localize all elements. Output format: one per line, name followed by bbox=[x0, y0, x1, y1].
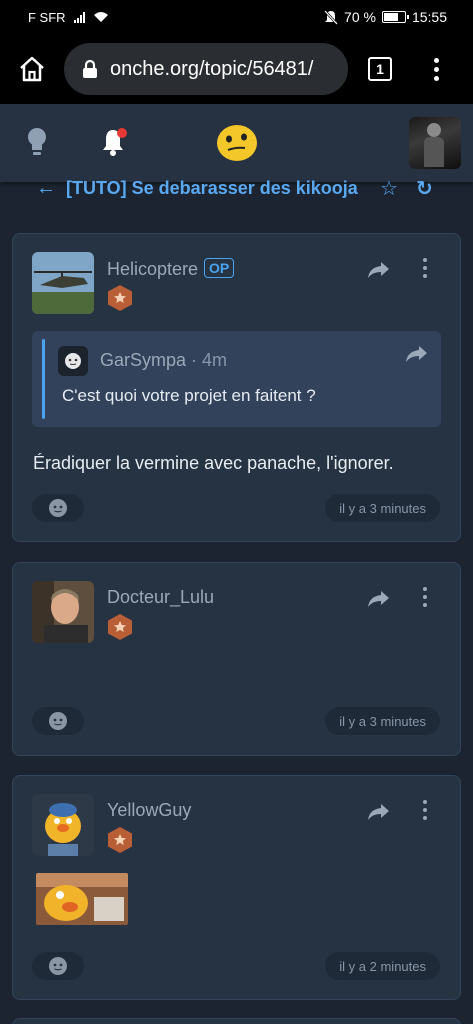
lightbulb-icon[interactable] bbox=[26, 126, 48, 163]
smiley-icon bbox=[49, 499, 67, 517]
post-timestamp[interactable]: il y a 3 minutes bbox=[325, 707, 440, 735]
post-card bbox=[12, 1018, 461, 1024]
address-bar[interactable]: onche.org/topic/56481/ bbox=[64, 43, 348, 95]
smiley-icon bbox=[49, 957, 67, 975]
home-icon bbox=[20, 56, 44, 82]
avatar[interactable] bbox=[32, 252, 94, 314]
share-icon[interactable] bbox=[367, 802, 391, 827]
post-card: Helicoptere OP GarSympa · 4m C'est quoi v… bbox=[12, 233, 461, 542]
post-timestamp[interactable]: il y a 3 minutes bbox=[325, 494, 440, 522]
more-options-icon[interactable] bbox=[423, 587, 427, 607]
tab-switcher-button[interactable]: 1 bbox=[368, 57, 392, 81]
topic-title[interactable]: [TUTO] Se debarasser des kikooja bbox=[66, 178, 370, 199]
refresh-icon[interactable]: ↻ bbox=[416, 176, 433, 201]
rank-badge-icon bbox=[107, 284, 133, 317]
reaction-button[interactable] bbox=[32, 494, 84, 522]
url-text: onche.org/topic/56481/ bbox=[110, 57, 314, 80]
quote-author: GarSympa · 4m bbox=[100, 350, 228, 370]
mute-icon bbox=[324, 9, 338, 25]
browser-toolbar: onche.org/topic/56481/ 1 bbox=[0, 34, 473, 104]
quote-share-icon[interactable] bbox=[405, 344, 429, 369]
rank-badge-icon bbox=[107, 613, 133, 646]
avatar[interactable] bbox=[32, 794, 94, 856]
user-avatar[interactable] bbox=[409, 117, 461, 169]
home-button[interactable] bbox=[0, 34, 64, 104]
quote-avatar[interactable] bbox=[58, 346, 88, 376]
quote-bar bbox=[42, 339, 45, 419]
quote-text: C'est quoi votre projet en faitent ? bbox=[62, 386, 316, 405]
post-card: YellowGuy il y a 2 minutes bbox=[12, 775, 461, 1000]
topic-title-bar: ← [TUTO] Se debarasser des kikooja ☆ ↻ bbox=[0, 174, 473, 202]
share-icon[interactable] bbox=[367, 589, 391, 614]
quote-time: 4m bbox=[202, 350, 228, 370]
username[interactable]: Docteur_Lulu bbox=[107, 587, 214, 608]
status-bar: F SFR 70 % 15:55 bbox=[0, 0, 473, 34]
clock: 15:55 bbox=[411, 9, 447, 25]
more-options-icon[interactable] bbox=[423, 800, 427, 820]
back-arrow-icon[interactable]: ← bbox=[36, 177, 56, 200]
op-badge: OP bbox=[204, 258, 235, 278]
browser-menu-button[interactable] bbox=[434, 57, 439, 81]
avatar[interactable] bbox=[32, 581, 94, 643]
battery-percent: 70 % bbox=[344, 9, 376, 25]
reaction-button[interactable] bbox=[32, 707, 84, 735]
app-header bbox=[0, 104, 473, 182]
share-icon[interactable] bbox=[367, 260, 391, 285]
post-body: Éradiquer la vermine avec panache, l'ign… bbox=[33, 453, 394, 473]
rank-badge-icon bbox=[107, 826, 133, 859]
quote-username[interactable]: GarSympa bbox=[100, 350, 186, 370]
battery-icon bbox=[381, 11, 409, 23]
more-options-icon[interactable] bbox=[423, 258, 427, 278]
notification-dot bbox=[117, 128, 127, 138]
carrier-label: F SFR bbox=[28, 9, 66, 25]
post-timestamp[interactable]: il y a 2 minutes bbox=[325, 952, 440, 980]
username[interactable]: Helicoptere OP bbox=[107, 258, 235, 280]
lock-icon bbox=[82, 59, 98, 79]
signal-icon bbox=[73, 11, 85, 23]
smiley-icon bbox=[49, 712, 67, 730]
post-image[interactable] bbox=[36, 873, 128, 925]
wifi-icon bbox=[93, 12, 108, 22]
username-text: Helicoptere bbox=[107, 259, 199, 279]
username[interactable]: YellowGuy bbox=[107, 800, 191, 821]
favorite-star-icon[interactable]: ☆ bbox=[380, 176, 398, 201]
onche-logo-icon[interactable] bbox=[216, 123, 258, 168]
post-card: Docteur_Lulu il y a 3 minutes bbox=[12, 562, 461, 756]
reaction-button[interactable] bbox=[32, 952, 84, 980]
notification-bell-icon[interactable] bbox=[101, 128, 127, 161]
quote-block: GarSympa · 4m C'est quoi votre projet en… bbox=[32, 331, 441, 427]
